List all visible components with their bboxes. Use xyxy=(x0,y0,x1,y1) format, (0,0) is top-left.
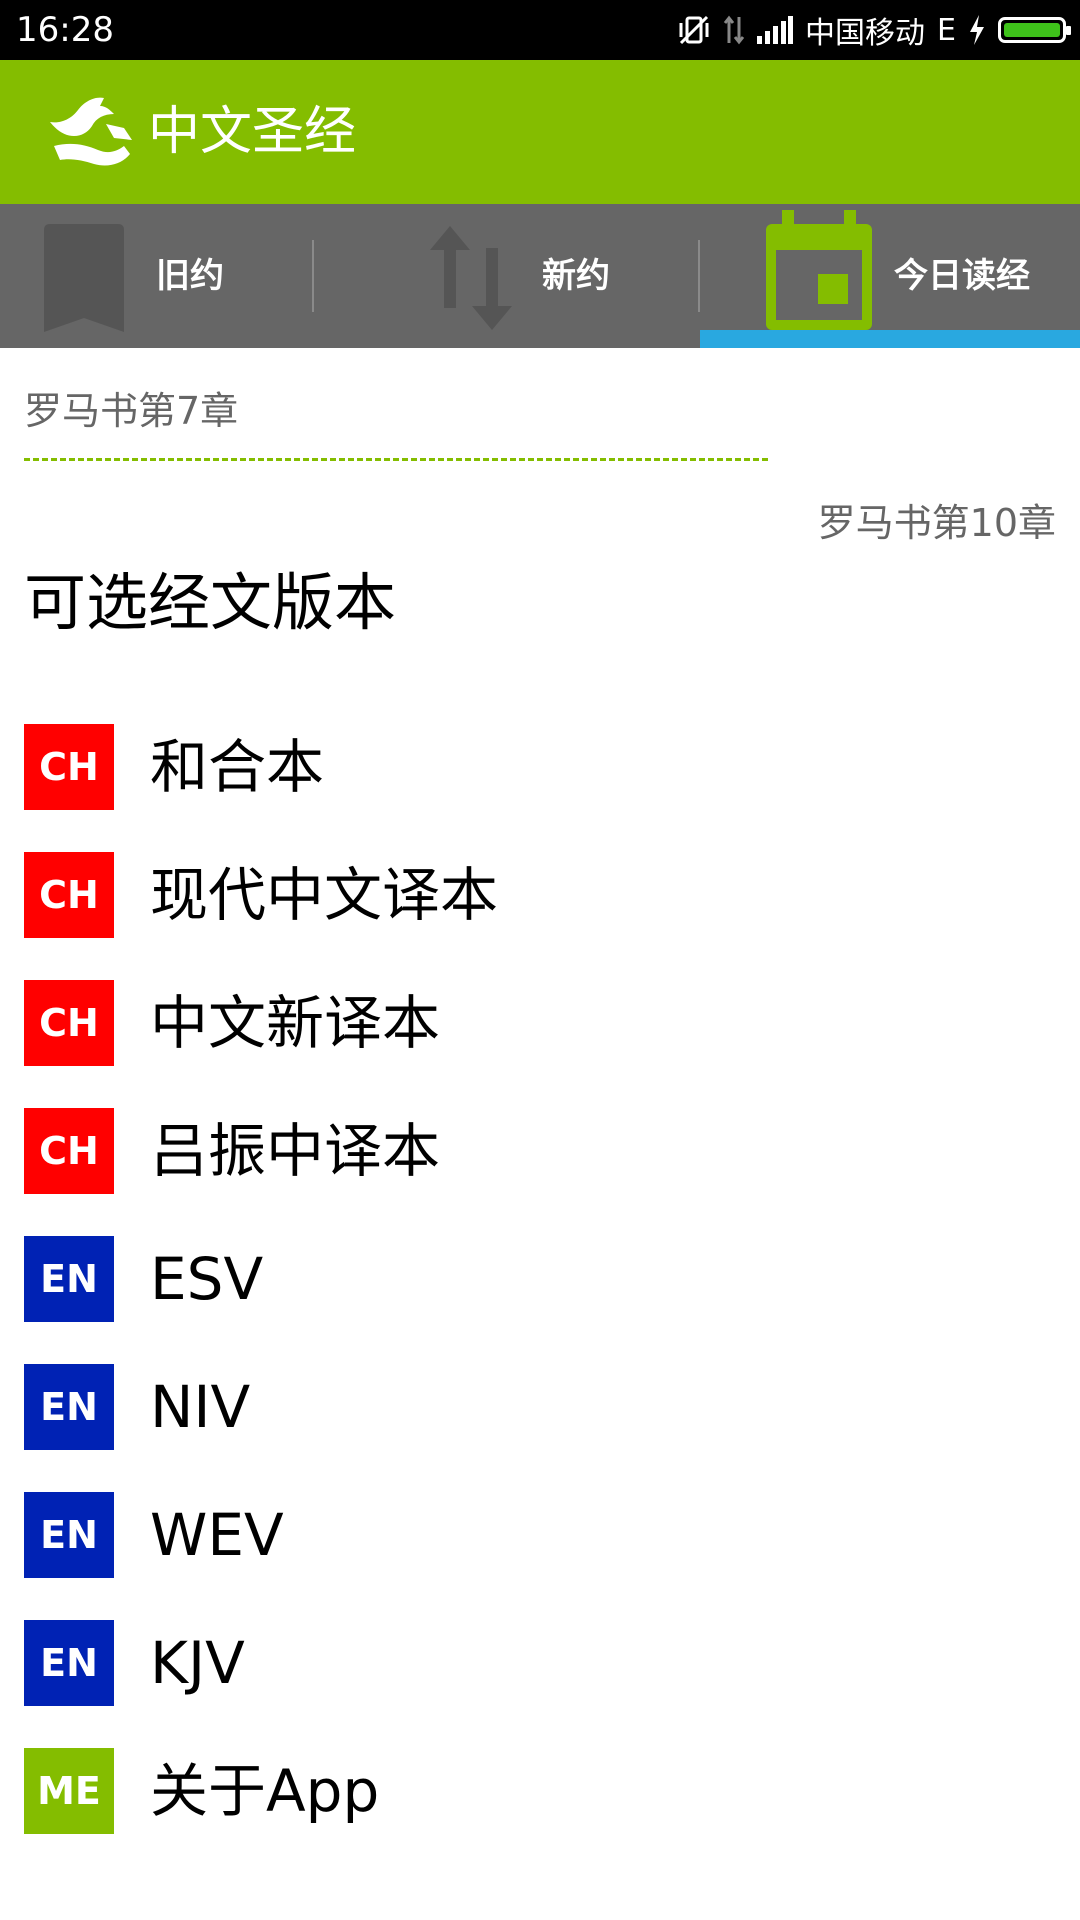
version-name: 现代中文译本 xyxy=(150,861,499,929)
signal-icon xyxy=(757,16,794,44)
app-title: 中文圣经 xyxy=(148,102,357,162)
language-badge: ME xyxy=(24,1748,114,1834)
app-bar: 中文圣经 xyxy=(0,60,1080,204)
charging-icon xyxy=(968,15,986,45)
tab-label-new: 新约 xyxy=(542,256,610,296)
language-badge: CH xyxy=(24,724,114,810)
swap-vertical-icon xyxy=(426,222,516,338)
vibrate-off-icon xyxy=(677,13,711,47)
version-item-esv[interactable]: EN ESV xyxy=(24,1236,1056,1364)
calendar-icon xyxy=(764,210,874,336)
language-badge: CH xyxy=(24,852,114,938)
status-icons: 中国移动 E xyxy=(677,0,1071,60)
version-name: 中文新译本 xyxy=(150,989,441,1057)
prev-chapter-link[interactable]: 罗马书第7章 xyxy=(24,380,238,435)
section-title: 可选经文版本 xyxy=(24,566,397,639)
about-app-item[interactable]: ME 关于App xyxy=(24,1748,1056,1876)
tab-selected-indicator xyxy=(700,330,1080,348)
next-chapter-link[interactable]: 罗马书第10章 xyxy=(818,492,1056,547)
status-time: 16:28 xyxy=(16,10,114,50)
language-badge: CH xyxy=(24,980,114,1066)
version-item-heheben[interactable]: CH 和合本 xyxy=(24,724,1056,852)
battery-icon xyxy=(998,17,1071,43)
carrier-label: 中国移动 xyxy=(805,16,926,51)
status-bar: 16:28 中国移动 E xyxy=(0,0,1080,60)
version-name: KJV xyxy=(150,1629,245,1697)
version-list: CH 和合本 CH 现代中文译本 CH 中文新译本 CH 吕振中译本 EN ES… xyxy=(24,724,1056,1876)
version-name: 和合本 xyxy=(150,733,325,801)
data-transfer-icon xyxy=(723,15,745,45)
version-item-xiandai[interactable]: CH 现代中文译本 xyxy=(24,852,1056,980)
version-item-niv[interactable]: EN NIV xyxy=(24,1364,1056,1492)
version-item-wev[interactable]: EN WEV xyxy=(24,1492,1056,1620)
version-item-lvzhenzhong[interactable]: CH 吕振中译本 xyxy=(24,1108,1056,1236)
tab-old-testament[interactable]: 旧约 xyxy=(0,204,312,348)
divider xyxy=(24,458,768,461)
tab-label-daily: 今日读经 xyxy=(894,256,1030,296)
bookmark-icon xyxy=(40,222,128,338)
network-type: E xyxy=(937,12,956,48)
language-badge: CH xyxy=(24,1108,114,1194)
version-name: 关于App xyxy=(150,1757,380,1825)
dove-hand-logo xyxy=(44,88,136,180)
language-badge: EN xyxy=(24,1364,114,1450)
version-name: 吕振中译本 xyxy=(150,1117,441,1185)
version-name: WEV xyxy=(150,1501,284,1569)
tab-new-testament[interactable]: 新约 xyxy=(314,204,698,348)
version-item-kjv[interactable]: EN KJV xyxy=(24,1620,1056,1748)
language-badge: EN xyxy=(24,1236,114,1322)
tab-daily-reading[interactable]: 今日读经 xyxy=(700,204,1080,348)
version-item-xinyi[interactable]: CH 中文新译本 xyxy=(24,980,1056,1108)
version-name: ESV xyxy=(150,1245,264,1313)
language-badge: EN xyxy=(24,1492,114,1578)
tab-bar: 旧约 新约 今日读经 xyxy=(0,204,1080,348)
language-badge: EN xyxy=(24,1620,114,1706)
tab-label-old: 旧约 xyxy=(156,256,224,296)
version-name: NIV xyxy=(150,1373,251,1441)
